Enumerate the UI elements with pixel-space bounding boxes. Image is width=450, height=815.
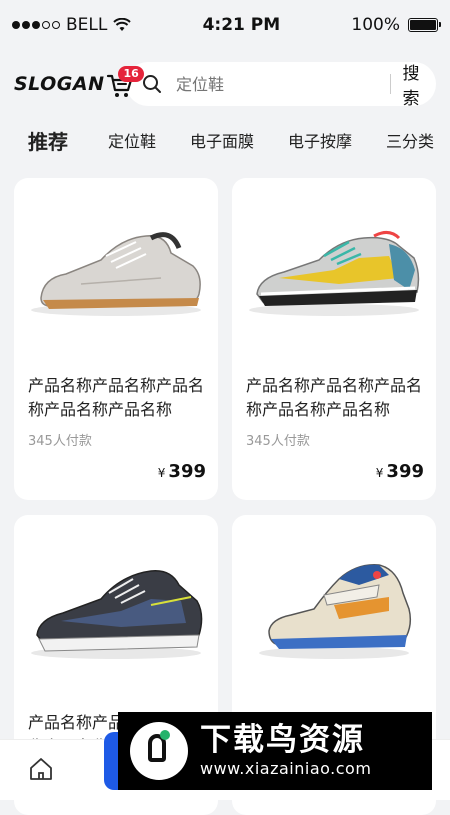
product-image xyxy=(14,515,218,685)
tab-electronic-mask[interactable]: 电子面膜 xyxy=(190,128,254,152)
product-price: ¥399 xyxy=(376,461,424,482)
watermark-url: www.xiazainiao.com xyxy=(200,759,372,778)
status-bar: BELL 4:21 PM 100% xyxy=(0,0,450,50)
battery-icon xyxy=(408,18,441,32)
signal-strength-icon xyxy=(12,21,60,29)
status-left: BELL xyxy=(12,15,132,35)
product-price: ¥399 xyxy=(158,461,206,482)
bird-logo-icon xyxy=(130,722,188,780)
tab-electronic-massage[interactable]: 电子按摩 xyxy=(288,128,352,152)
price-value: 399 xyxy=(386,461,424,482)
product-image xyxy=(232,515,436,685)
tab-third-category[interactable]: 三分类 xyxy=(386,128,434,152)
product-card[interactable]: 产品名称产品名称产品名称产品名称产品名称 345人付款 ¥399 xyxy=(14,178,218,500)
cart-badge: 16 xyxy=(118,66,144,82)
product-sales: 345人付款 xyxy=(246,434,310,449)
product-title: 产品名称产品名称产品名称产品名称产品名称 xyxy=(28,376,204,419)
tab-recommend[interactable]: 推荐 xyxy=(28,126,68,155)
currency-symbol: ¥ xyxy=(375,466,384,480)
logo: SLOGAN xyxy=(14,73,105,95)
currency-symbol: ¥ xyxy=(157,466,166,480)
wifi-icon xyxy=(113,18,132,31)
search-input[interactable] xyxy=(174,73,378,95)
carrier-name: BELL xyxy=(66,15,108,35)
header: SLOGAN 16 搜索 xyxy=(0,58,450,110)
search-button[interactable]: 搜索 xyxy=(403,59,420,109)
price-value: 399 xyxy=(168,461,206,482)
search-icon xyxy=(142,74,162,94)
product-sales: 345人付款 xyxy=(28,434,92,449)
search-bar[interactable]: 搜索 xyxy=(126,59,436,109)
search-divider xyxy=(390,74,391,94)
tab-positioning-shoes[interactable]: 定位鞋 xyxy=(108,128,156,152)
cart-button[interactable]: 16 xyxy=(104,66,144,102)
watermark-banner: 下载鸟资源 www.xiazainiao.com xyxy=(118,712,432,790)
category-tabs: 推荐 定位鞋 电子面膜 电子按摩 三分类 xyxy=(0,118,450,162)
product-card[interactable]: 产品名称产品名称产品名称产品名称产品名称 345人付款 ¥399 xyxy=(232,178,436,500)
status-right: 100% xyxy=(351,15,441,35)
product-title: 产品名称产品名称产品名称产品名称产品名称 xyxy=(246,376,422,419)
watermark-title: 下载鸟资源 xyxy=(200,722,365,758)
product-image xyxy=(232,178,436,348)
home-icon[interactable] xyxy=(28,756,54,782)
status-time: 4:21 PM xyxy=(202,15,281,35)
watermark-text: 下载鸟资源 www.xiazainiao.com xyxy=(200,722,371,780)
battery-percent: 100% xyxy=(351,15,400,35)
product-image xyxy=(14,178,218,348)
